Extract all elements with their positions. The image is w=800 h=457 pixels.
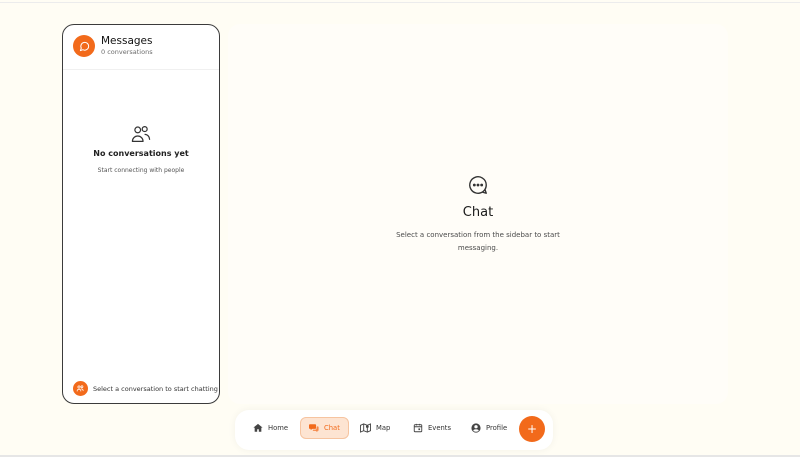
footer-hint: Select a conversation to start chatting	[93, 384, 218, 393]
nav-chat-label: Chat	[324, 424, 340, 432]
empty-subtitle: Start connecting with people	[97, 167, 185, 174]
bottom-nav: Home Chat Map Events Profile +	[235, 410, 553, 450]
chat-main-panel: Chat Select a conversation from the side…	[228, 24, 728, 404]
nav-events-label: Events	[428, 424, 452, 432]
chat-title: Chat	[462, 205, 494, 220]
sidebar-footer: Select a conversation to start chatting	[73, 381, 218, 396]
messages-avatar	[73, 35, 95, 57]
sidebar-title: Messages	[101, 35, 153, 47]
chat-placeholder: Chat Select a conversation from the side…	[228, 174, 728, 255]
chat-dots-icon	[469, 176, 487, 194]
add-button[interactable]: +	[519, 416, 545, 442]
nav-chat[interactable]: Chat	[300, 417, 349, 439]
nav-profile[interactable]: Profile	[471, 417, 507, 439]
users-icon	[131, 126, 151, 142]
home-icon	[253, 423, 263, 432]
users-small-icon	[76, 385, 84, 392]
nav-profile-label: Profile	[486, 424, 508, 432]
map-icon	[360, 423, 371, 433]
empty-state: No conversations yet Start connecting wi…	[63, 125, 219, 174]
sidebar-divider	[63, 69, 219, 70]
nav-map-label: Map	[376, 424, 391, 432]
top-border	[0, 2, 800, 3]
connect-badge	[73, 381, 88, 396]
chat-description: Select a conversation from the sidebar t…	[396, 231, 560, 252]
conversation-sidebar: Messages 0 conversations No conversation…	[62, 24, 220, 404]
conversation-count: 0 conversations	[101, 48, 153, 56]
sidebar-header: Messages 0 conversations	[73, 35, 153, 57]
nav-home[interactable]: Home	[253, 417, 288, 439]
chat-icon	[309, 424, 319, 433]
chat-bubble-icon	[79, 41, 89, 51]
calendar-icon	[413, 423, 423, 433]
nav-map[interactable]: Map	[360, 417, 390, 439]
user-circle-icon	[471, 423, 481, 433]
nav-events[interactable]: Events	[413, 417, 451, 439]
empty-title: No conversations yet	[93, 149, 189, 158]
nav-home-label: Home	[268, 424, 289, 432]
